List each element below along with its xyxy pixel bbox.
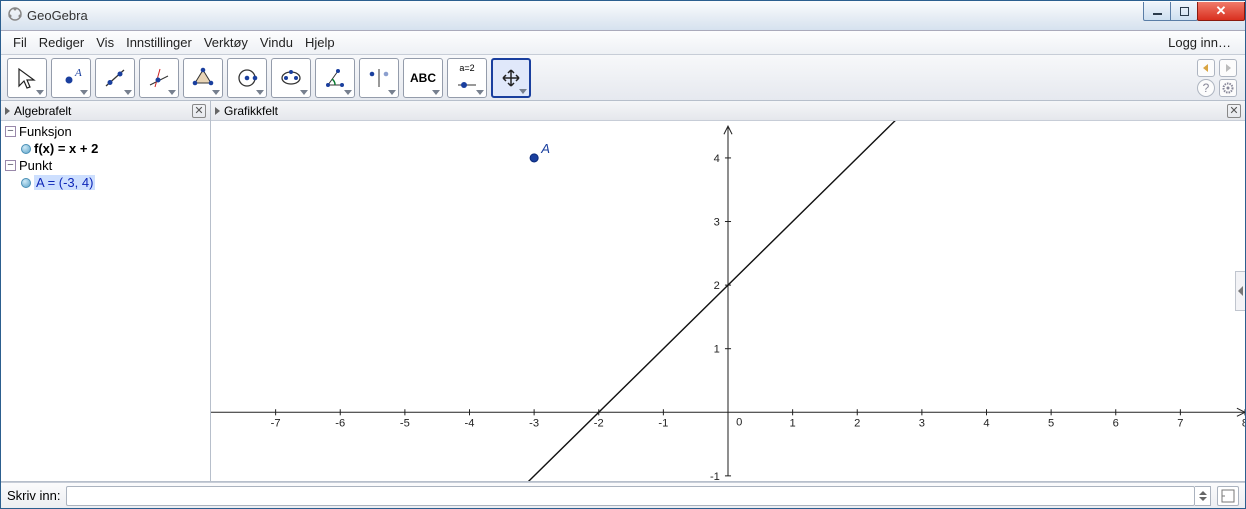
reflect-tool[interactable]: [359, 58, 399, 98]
maximize-button[interactable]: [1170, 2, 1198, 21]
svg-text:4: 4: [983, 417, 989, 429]
collapse-icon: [215, 107, 220, 115]
graphics-panel: Grafikkfelt ✕ -7 -6 -5 -4 -3 -2 -1 1 2 3 4 5 6 7 8 -1 0 1…: [211, 101, 1245, 481]
text-tool[interactable]: ABC: [403, 58, 443, 98]
close-panel-icon[interactable]: ✕: [192, 104, 206, 118]
input-label: Skriv inn:: [7, 488, 60, 503]
visibility-bullet-icon[interactable]: [21, 144, 31, 154]
tree-item-function[interactable]: f(x) = x + 2: [21, 140, 206, 157]
tree-group-funksjon[interactable]: − Funksjon: [5, 123, 206, 140]
menu-fil[interactable]: Fil: [7, 33, 33, 52]
menubar: Fil Rediger Vis Innstillinger Verktøy Vi…: [1, 31, 1245, 55]
tree-group-label: Funksjon: [19, 124, 72, 139]
ellipse-tool[interactable]: [271, 58, 311, 98]
svg-text:1: 1: [790, 417, 796, 429]
line-tool[interactable]: [95, 58, 135, 98]
input-help-button[interactable]: [1217, 486, 1239, 506]
svg-text:4: 4: [714, 153, 720, 165]
svg-text:6: 6: [1113, 417, 1119, 429]
help-icon-button[interactable]: ?: [1197, 79, 1215, 97]
svg-text:3: 3: [919, 417, 925, 429]
algebra-panel: Algebrafelt ✕ − Funksjon f(x) = x + 2 − …: [1, 101, 211, 481]
algebra-panel-header[interactable]: Algebrafelt ✕: [1, 101, 210, 121]
point-tool[interactable]: A: [51, 58, 91, 98]
window-title: GeoGebra: [27, 8, 88, 23]
circle-tool[interactable]: [227, 58, 267, 98]
point-definition: A = (-3, 4): [34, 175, 95, 190]
move-tool[interactable]: [7, 58, 47, 98]
pan-tool[interactable]: [491, 58, 531, 98]
svg-text:-5: -5: [400, 417, 410, 429]
command-input[interactable]: [66, 486, 1195, 506]
titlebar[interactable]: GeoGebra ✕: [1, 1, 1245, 31]
side-panel-toggle[interactable]: [1235, 271, 1245, 311]
algebra-tree: − Funksjon f(x) = x + 2 − Punkt A = (-3,…: [1, 121, 210, 193]
undo-button[interactable]: [1197, 59, 1215, 77]
login-link[interactable]: Logg inn…: [1168, 35, 1239, 50]
svg-text:1: 1: [714, 344, 720, 356]
tree-item-point-a[interactable]: A = (-3, 4): [21, 174, 206, 191]
tree-group-label: Punkt: [19, 158, 52, 173]
algebra-panel-title: Algebrafelt: [14, 104, 71, 118]
svg-text:-6: -6: [335, 417, 345, 429]
graphics-panel-header[interactable]: Grafikkfelt ✕: [211, 101, 1245, 121]
tree-toggle-icon[interactable]: −: [5, 126, 16, 137]
client-area: Algebrafelt ✕ − Funksjon f(x) = x + 2 − …: [1, 101, 1245, 482]
svg-text:7: 7: [1177, 417, 1183, 429]
polygon-tool[interactable]: [183, 58, 223, 98]
input-bar: Skriv inn:: [1, 482, 1245, 508]
menu-vindu[interactable]: Vindu: [254, 33, 299, 52]
menu-vis[interactable]: Vis: [90, 33, 120, 52]
svg-text:-1: -1: [710, 471, 720, 481]
slider-tool[interactable]: a=2: [447, 58, 487, 98]
svg-text:-2: -2: [594, 417, 604, 429]
tree-group-punkt[interactable]: − Punkt: [5, 157, 206, 174]
visibility-bullet-icon[interactable]: [21, 178, 31, 188]
input-history-toggle[interactable]: [1195, 486, 1211, 506]
minimize-button[interactable]: [1143, 2, 1171, 21]
tree-toggle-icon[interactable]: −: [5, 160, 16, 171]
app-window: GeoGebra ✕ Fil Rediger Vis Innstillinger…: [0, 0, 1246, 509]
window-buttons: ✕: [1144, 1, 1245, 30]
svg-text:5: 5: [1048, 417, 1054, 429]
svg-text:-7: -7: [271, 417, 281, 429]
angle-tool[interactable]: [315, 58, 355, 98]
chevron-left-icon: [1238, 286, 1243, 296]
svg-text:0: 0: [736, 416, 742, 428]
redo-button[interactable]: [1219, 59, 1237, 77]
svg-text:-4: -4: [465, 417, 475, 429]
menu-rediger[interactable]: Rediger: [33, 33, 91, 52]
svg-text:-1: -1: [658, 417, 668, 429]
svg-text:2: 2: [854, 417, 860, 429]
toolbar-right: ?: [1197, 59, 1239, 97]
graphics-view[interactable]: -7 -6 -5 -4 -3 -2 -1 1 2 3 4 5 6 7 8 -1 0 1 2 3 4 A: [211, 121, 1245, 481]
graphics-panel-title: Grafikkfelt: [224, 104, 278, 118]
svg-text:8: 8: [1242, 417, 1245, 429]
menu-innstillinger[interactable]: Innstillinger: [120, 33, 198, 52]
toolbar: A ABC a=2 ?: [1, 55, 1245, 101]
menu-verktoy[interactable]: Verktøy: [198, 33, 254, 52]
svg-text:3: 3: [714, 217, 720, 229]
app-icon: [7, 6, 27, 25]
svg-text:A: A: [540, 141, 550, 156]
svg-text:-3: -3: [529, 417, 539, 429]
menu-hjelp[interactable]: Hjelp: [299, 33, 341, 52]
close-button[interactable]: ✕: [1197, 2, 1245, 21]
svg-text:A: A: [74, 67, 82, 79]
collapse-icon: [5, 107, 10, 115]
svg-text:2: 2: [714, 280, 720, 292]
perpendicular-tool[interactable]: [139, 58, 179, 98]
function-definition: f(x) = x + 2: [34, 141, 98, 156]
settings-icon-button[interactable]: [1219, 79, 1237, 97]
close-panel-icon[interactable]: ✕: [1227, 104, 1241, 118]
